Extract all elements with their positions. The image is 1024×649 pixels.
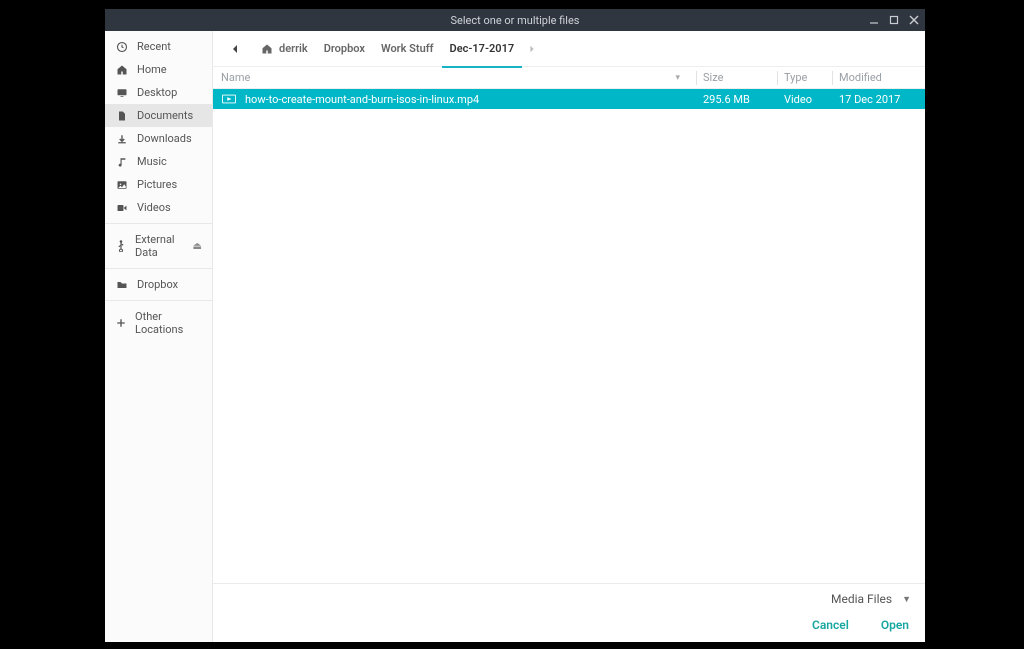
sidebar-item-label: Videos — [137, 201, 171, 214]
column-divider — [777, 71, 778, 85]
sidebar-divider — [105, 300, 212, 301]
cancel-button[interactable]: Cancel — [810, 614, 851, 636]
window-controls — [869, 15, 919, 25]
sidebar-item-external-data[interactable]: External Data ⏏ — [105, 228, 212, 264]
back-button[interactable] — [223, 37, 247, 61]
plus-icon — [115, 317, 127, 329]
main-area: derrik Dropbox Work Stuff Dec-17-2017 — [213, 31, 925, 642]
column-header-label: Name — [221, 71, 250, 84]
pathbar: derrik Dropbox Work Stuff Dec-17-2017 — [213, 31, 925, 67]
file-modified: 17 Dec 2017 — [839, 93, 917, 106]
sidebar-item-recent[interactable]: Recent — [105, 35, 212, 58]
open-button[interactable]: Open — [879, 614, 911, 636]
home-icon — [115, 64, 129, 76]
sidebar-item-label: Music — [137, 155, 167, 168]
sidebar: Recent Home Desktop Documents — [105, 31, 213, 642]
breadcrumb-segment-active[interactable]: Dec-17-2017 — [442, 38, 523, 59]
filter-label: Media Files — [831, 592, 892, 606]
folder-icon — [115, 279, 129, 291]
sidebar-item-label: Desktop — [137, 86, 177, 99]
desktop-icon — [115, 87, 129, 99]
sidebar-divider — [105, 268, 212, 269]
sidebar-item-desktop[interactable]: Desktop — [105, 81, 212, 104]
sidebar-item-music[interactable]: Music — [105, 150, 212, 173]
video-file-icon — [221, 93, 237, 105]
pictures-icon — [115, 179, 129, 191]
column-header-name[interactable]: Name ▾ — [221, 71, 690, 84]
column-divider — [696, 71, 697, 85]
minimize-button[interactable] — [869, 15, 879, 25]
titlebar: Select one or multiple files — [105, 9, 925, 31]
home-icon — [261, 43, 273, 55]
column-header-type[interactable]: Type — [784, 71, 826, 84]
window-title: Select one or multiple files — [451, 14, 580, 27]
breadcrumb-label: Dropbox — [324, 42, 365, 55]
file-area: Name ▾ Size Type Modified — [213, 67, 925, 583]
breadcrumb-home[interactable]: derrik — [253, 38, 316, 59]
column-header-label: Size — [703, 71, 723, 84]
file-list[interactable]: how-to-create-mount-and-burn-isos-in-lin… — [213, 89, 925, 583]
sidebar-item-label: Recent — [137, 40, 171, 53]
action-buttons: Cancel Open — [227, 614, 911, 636]
breadcrumb-label: Work Stuff — [381, 42, 434, 55]
sidebar-item-label: Dropbox — [137, 278, 178, 291]
sidebar-item-videos[interactable]: Videos — [105, 196, 212, 219]
music-icon — [115, 156, 129, 168]
breadcrumb-segment[interactable]: Dropbox — [316, 38, 373, 59]
maximize-button[interactable] — [889, 15, 899, 25]
clock-icon — [115, 41, 129, 53]
window-body: Recent Home Desktop Documents — [105, 31, 925, 642]
eject-icon[interactable]: ⏏ — [193, 241, 202, 252]
file-type: Video — [784, 93, 826, 106]
file-filter-dropdown[interactable]: Media Files ▼ — [227, 592, 911, 606]
breadcrumb-segment[interactable]: Work Stuff — [373, 38, 442, 59]
sidebar-item-label: Downloads — [137, 132, 192, 145]
sidebar-item-home[interactable]: Home — [105, 58, 212, 81]
download-icon — [115, 133, 129, 145]
usb-icon — [115, 240, 127, 252]
sidebar-item-label: Documents — [137, 109, 193, 122]
column-header-modified[interactable]: Modified — [839, 71, 917, 84]
sort-indicator-icon: ▾ — [675, 73, 680, 83]
column-divider — [832, 71, 833, 85]
sidebar-item-other-locations[interactable]: Other Locations — [105, 305, 212, 341]
file-size: 295.6 MB — [703, 93, 771, 106]
column-header-label: Type — [784, 71, 807, 84]
chevron-down-icon: ▼ — [902, 594, 911, 605]
chevron-right-icon — [528, 45, 536, 53]
sidebar-divider — [105, 223, 212, 224]
footer: Media Files ▼ Cancel Open — [213, 583, 925, 642]
sidebar-item-pictures[interactable]: Pictures — [105, 173, 212, 196]
sidebar-item-documents[interactable]: Documents — [105, 104, 212, 127]
file-name: how-to-create-mount-and-burn-isos-in-lin… — [245, 93, 703, 106]
close-button[interactable] — [909, 15, 919, 25]
column-header-row: Name ▾ Size Type Modified — [213, 67, 925, 89]
file-chooser-window: Select one or multiple files Recent — [105, 9, 925, 642]
breadcrumb-label: Dec-17-2017 — [450, 42, 515, 55]
sidebar-item-label: Other Locations — [135, 310, 202, 336]
sidebar-item-label: Home — [137, 63, 167, 76]
document-icon — [115, 110, 129, 122]
column-header-label: Modified — [839, 71, 882, 84]
sidebar-item-downloads[interactable]: Downloads — [105, 127, 212, 150]
sidebar-item-label: Pictures — [137, 178, 177, 191]
video-icon — [115, 202, 129, 214]
breadcrumb-label: derrik — [279, 42, 308, 55]
file-row[interactable]: how-to-create-mount-and-burn-isos-in-lin… — [213, 89, 925, 109]
sidebar-item-dropbox[interactable]: Dropbox — [105, 273, 212, 296]
column-header-size[interactable]: Size — [703, 71, 771, 84]
sidebar-item-label: External Data — [135, 233, 185, 259]
